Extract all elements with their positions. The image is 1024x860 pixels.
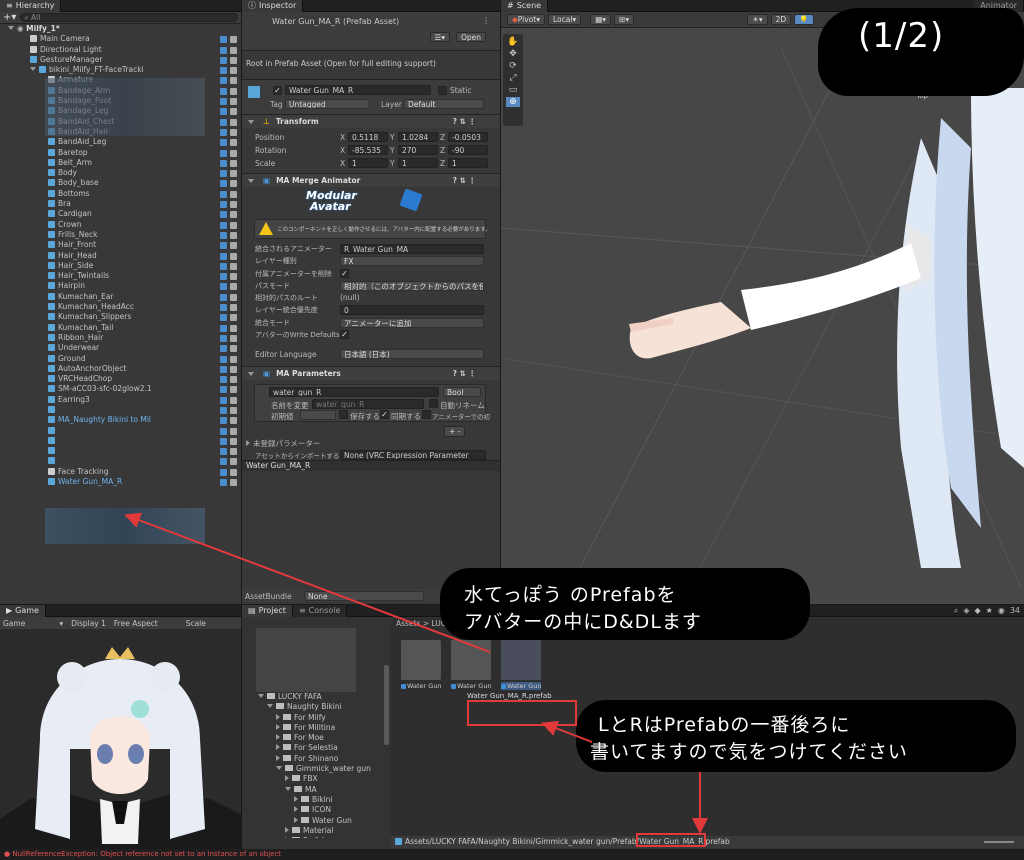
arrow-to-selected-file: [541, 720, 593, 743]
annotation-arrows: [124, 512, 708, 834]
arrow-to-hierarchy: [124, 512, 491, 653]
